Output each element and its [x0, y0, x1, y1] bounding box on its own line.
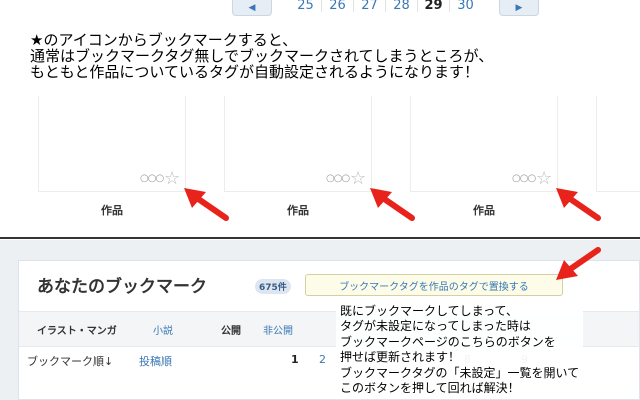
pointer-arrow-icon [556, 188, 601, 221]
section-divider [0, 237, 640, 239]
page-link[interactable]: 25 [290, 0, 322, 12]
annotation-bottom: 既にブックマークしてしまって、 タグが未設定になってしまった時は ブックマークペ… [336, 304, 584, 397]
sort-by-bookmark[interactable]: ブックマーク順↓ [27, 353, 113, 369]
annotation-line: 既にブックマークしてしまって、 [340, 304, 518, 318]
pointer-arrow-icon [184, 188, 229, 221]
tab-novel[interactable]: 小説 [153, 322, 173, 337]
tab-public[interactable]: 公開 [221, 322, 241, 337]
annotation-line: このボタンを押して回れば解決！ [340, 381, 520, 396]
left-triangle-icon: ◀ [248, 2, 256, 13]
work-title[interactable]: 作品 [82, 202, 142, 218]
pagination: ◀ 25 26 27 28 29 30 ▶ [232, 0, 539, 16]
star-outline-icon[interactable]: ☆ [536, 170, 552, 188]
page-title: あなたのブックマーク [37, 277, 207, 297]
current-page: 29 [418, 0, 450, 12]
more-dots-icon[interactable]: ○○○ [140, 173, 164, 184]
page-link[interactable]: 2 [319, 353, 326, 366]
annotation-line: ブックマークタグの「未設定」一覧を開いて [340, 365, 580, 380]
annotation-top: ★のアイコンからブックマークすると、 通常はブックマークタグ無しでブックマークさ… [30, 32, 493, 80]
work-title[interactable]: 作品 [268, 202, 328, 218]
more-dots-icon[interactable]: ○○○ [512, 173, 536, 184]
right-triangle-icon: ▶ [515, 2, 523, 13]
replace-tags-button[interactable]: ブックマークタグを作品のタグで置換する [305, 274, 563, 296]
tab-illust-manga[interactable]: イラスト・マンガ [37, 322, 117, 337]
star-outline-icon[interactable]: ☆ [164, 170, 180, 188]
page-link[interactable]: 28 [386, 0, 418, 12]
star-outline-icon[interactable]: ☆ [350, 170, 366, 188]
annotation-line: ブックマークページのこちらのボタンを [340, 334, 556, 349]
page-link[interactable]: 30 [450, 0, 481, 12]
sort-by-post[interactable]: 投稿順 [139, 353, 172, 369]
annotation-line: もともと作品についているタグが自動設定されるようになります！ [30, 63, 479, 81]
annotation-line: 通常はブックマークタグ無しでブックマークされてしまうところが、 [30, 47, 494, 65]
annotation-line: タグが未設定になってしまった時は [340, 319, 531, 334]
work-title[interactable]: 作品 [454, 202, 514, 218]
page-link[interactable]: 26 [322, 0, 354, 12]
annotation-line: ★のアイコンからブックマークすると、 [30, 31, 298, 49]
tab-private[interactable]: 非公開 [263, 322, 293, 337]
prev-page-button[interactable]: ◀ [232, 0, 272, 16]
work-list-section: ◀ 25 26 27 28 29 30 ▶ ★のアイコンからブックマークすると、… [0, 0, 640, 232]
pointer-arrow-icon [556, 247, 601, 280]
work-thumbnail[interactable] [596, 96, 640, 192]
next-page-button[interactable]: ▶ [499, 0, 539, 16]
more-dots-icon[interactable]: ○○○ [326, 173, 350, 184]
pointer-arrow-icon [370, 188, 415, 221]
current-page: 1 [291, 353, 299, 366]
annotation-line: 押せば更新されます！ [340, 350, 461, 365]
bookmark-count-badge: 675件 [255, 279, 291, 294]
page-link[interactable]: 27 [354, 0, 386, 12]
